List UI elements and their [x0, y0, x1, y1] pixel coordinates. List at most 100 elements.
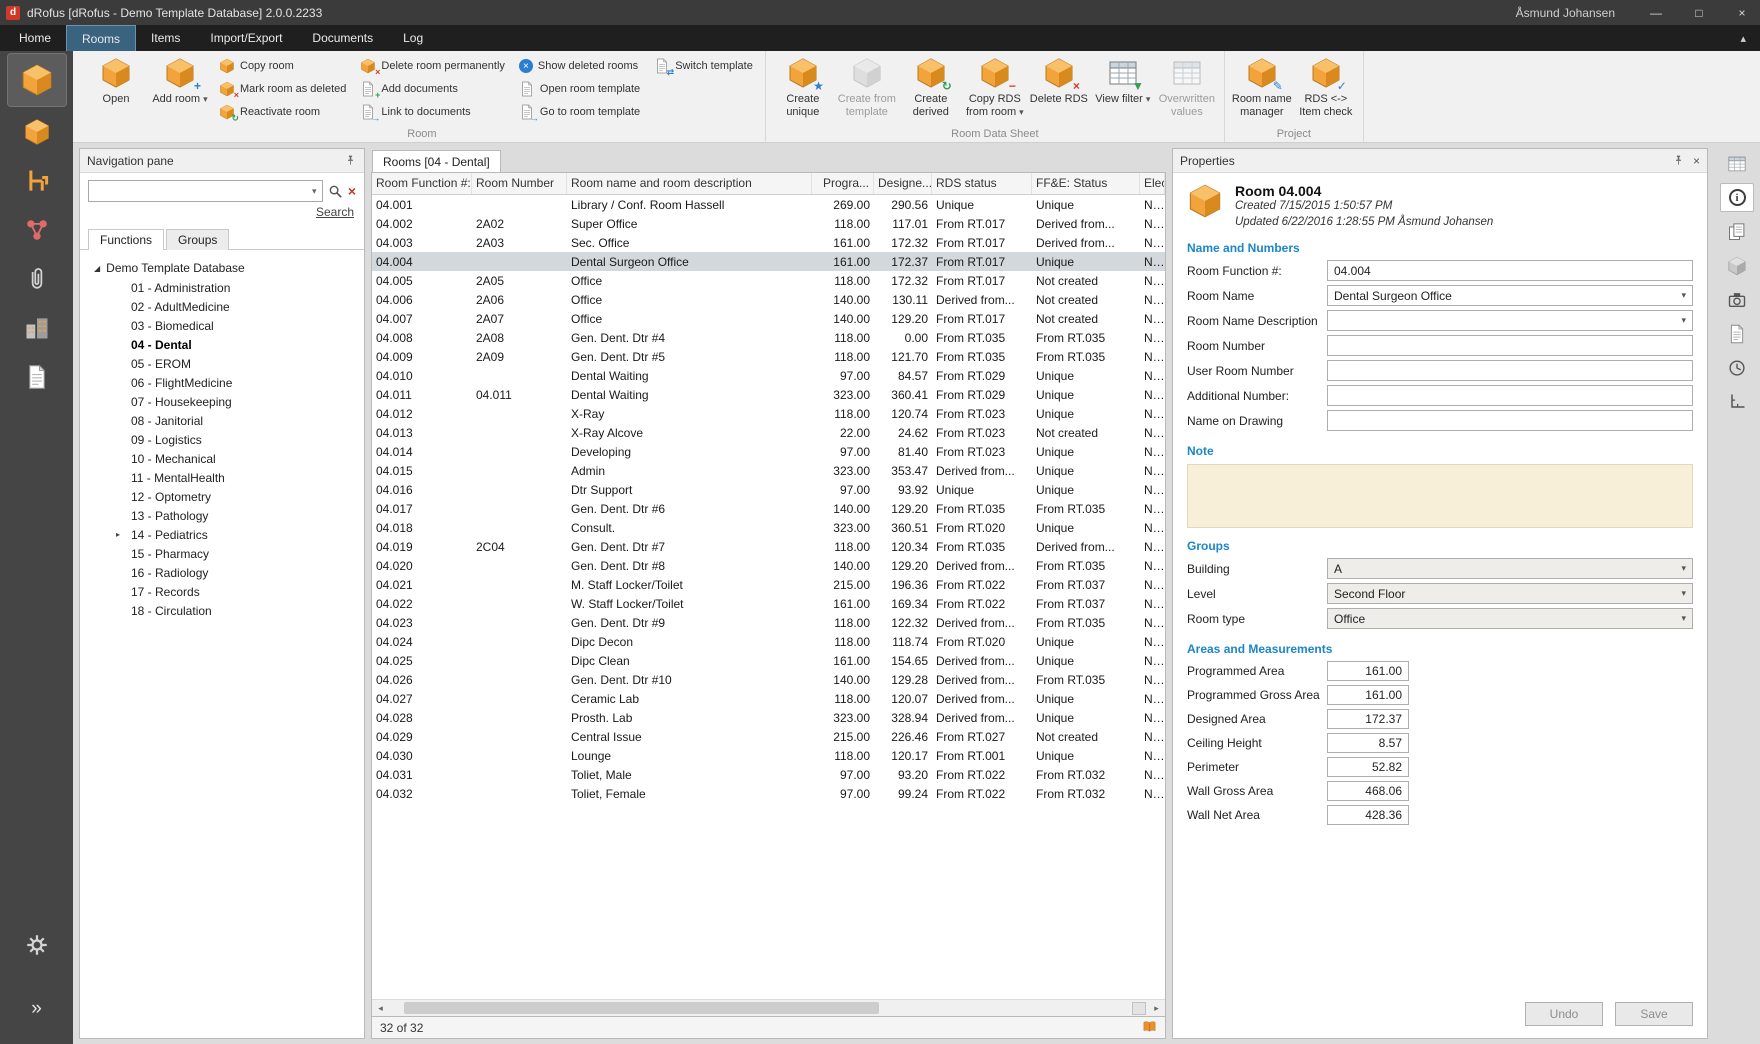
close-panel-icon[interactable]: × — [1693, 154, 1700, 168]
mark-room-deleted-button[interactable]: × Mark room as deleted — [214, 79, 351, 99]
reactivate-room-button[interactable]: ↻ Reactivate room — [214, 102, 351, 122]
files-panel-button[interactable] — [1720, 319, 1754, 348]
sidebar-settings-button[interactable] — [8, 922, 66, 968]
column-header-room-function[interactable]: Room Function #: — [372, 173, 472, 194]
table-row[interactable]: 04.004Dental Surgeon Office161.00172.37F… — [372, 252, 1165, 271]
table-row[interactable]: 04.023Gen. Dent. Dtr #9118.00122.32Deriv… — [372, 613, 1165, 632]
table-row[interactable]: 04.010Dental Waiting97.0084.57From RT.02… — [372, 366, 1165, 385]
table-row[interactable]: 04.001Library / Conf. Room Hassell269.00… — [372, 195, 1165, 214]
undo-button[interactable]: Undo — [1525, 1002, 1603, 1026]
view-filter-button[interactable]: ▼ View filter ▾ — [1091, 53, 1155, 123]
menu-tab-home[interactable]: Home — [4, 25, 66, 51]
minimize-button[interactable]: — — [1638, 0, 1674, 25]
search-icon[interactable] — [328, 184, 343, 199]
copy-room-button[interactable]: Copy room — [214, 56, 351, 76]
tree-item-03-biomedical[interactable]: 03 - Biomedical — [84, 316, 360, 335]
table-row[interactable]: 04.028Prosth. Lab323.00328.94Derived fro… — [372, 708, 1165, 727]
add-room-button[interactable]: + Add room ▾ — [148, 53, 212, 123]
scrollbar-thumb[interactable] — [404, 1002, 880, 1014]
column-header-room-name-and-room-description[interactable]: Room name and room description — [567, 173, 812, 194]
documents-panel-button[interactable] — [1720, 217, 1754, 246]
table-row[interactable]: 04.022W. Staff Locker/Toilet161.00169.34… — [372, 594, 1165, 613]
rds-item-check-button[interactable]: ✓ RDS <-> Item check — [1294, 53, 1358, 123]
link-documents-button[interactable]: → Link to documents — [355, 102, 510, 122]
sidebar-systems-button[interactable] — [8, 207, 66, 253]
menu-tab-rooms[interactable]: Rooms — [66, 25, 136, 51]
horizontal-scrollbar[interactable]: ◂ ▸ — [372, 999, 1165, 1016]
table-row[interactable]: 04.027Ceramic Lab118.00120.07Derived fro… — [372, 689, 1165, 708]
room-function-input[interactable]: 04.004 — [1327, 260, 1693, 281]
column-header-rds-status[interactable]: RDS status — [932, 173, 1032, 194]
search-history-dropdown-icon[interactable]: ▾ — [307, 186, 322, 197]
menu-tab-log[interactable]: Log — [388, 25, 438, 51]
tree-item-15-pharmacy[interactable]: 15 - Pharmacy — [84, 544, 360, 563]
building-select[interactable]: A▾ — [1327, 558, 1693, 579]
tree-item-06-flightmedicine[interactable]: 06 - FlightMedicine — [84, 373, 360, 392]
room-type-select[interactable]: Office▾ — [1327, 608, 1693, 629]
room-name-manager-button[interactable]: ✎ Room name manager — [1230, 53, 1294, 123]
scroll-right-icon[interactable]: ▸ — [1148, 1003, 1165, 1014]
column-header-designe[interactable]: Designe... — [874, 173, 932, 194]
search-box[interactable]: ▾ — [88, 180, 323, 202]
images-panel-button[interactable] — [1720, 285, 1754, 314]
table-row[interactable]: 04.030Lounge118.00120.17From RT.001Uniqu… — [372, 746, 1165, 765]
perimeter-value[interactable]: 52.82 — [1327, 757, 1409, 777]
expander-icon[interactable]: ◢ — [94, 264, 100, 273]
programmed-area-value[interactable]: 161.00 — [1327, 661, 1409, 681]
table-row[interactable]: 04.015Admin323.00353.47Derived from...Un… — [372, 461, 1165, 480]
create-unique-button[interactable]: ★ Create unique — [771, 53, 835, 123]
column-header-progra[interactable]: Progra... — [812, 173, 874, 194]
show-deleted-rooms-button[interactable]: × Show deleted rooms — [514, 56, 645, 76]
table-row[interactable]: 04.014Developing97.0081.40From RT.023Uni… — [372, 442, 1165, 461]
measurements-panel-button[interactable] — [1720, 387, 1754, 416]
tree-item-09-logistics[interactable]: 09 - Logistics — [84, 430, 360, 449]
table-row[interactable]: 04.0052A05Office118.00172.32From RT.017N… — [372, 271, 1165, 290]
tree-item-08-janitorial[interactable]: 08 - Janitorial — [84, 411, 360, 430]
rooms-document-tab[interactable]: Rooms [04 - Dental] — [372, 150, 501, 172]
user-room-number-input[interactable] — [1327, 360, 1693, 381]
room-data-sheet-panel-button[interactable] — [1720, 149, 1754, 178]
sidebar-rooms-button[interactable] — [8, 54, 66, 106]
scrollbar-splitter[interactable] — [1132, 1002, 1146, 1015]
sidebar-buildings-button[interactable] — [8, 305, 66, 351]
open-room-button[interactable]: Open — [84, 53, 148, 123]
create-from-template-button[interactable]: Create from template — [835, 53, 899, 123]
table-row[interactable]: 04.026Gen. Dent. Dtr #10140.00129.28Deri… — [372, 670, 1165, 689]
tree-item-11-mentalhealth[interactable]: 11 - MentalHealth — [84, 468, 360, 487]
table-row[interactable]: 04.01104.011Dental Waiting323.00360.41Fr… — [372, 385, 1165, 404]
table-row[interactable]: 04.018Consult.323.00360.51From RT.020Uni… — [372, 518, 1165, 537]
save-button[interactable]: Save — [1615, 1002, 1693, 1026]
table-row[interactable]: 04.013X-Ray Alcove22.0024.62From RT.023N… — [372, 423, 1165, 442]
table-row[interactable]: 04.0092A09Gen. Dent. Dtr #5118.00121.70F… — [372, 347, 1165, 366]
table-row[interactable]: 04.024Dipc Decon118.00118.74From RT.020U… — [372, 632, 1165, 651]
tree-item-16-radiology[interactable]: 16 - Radiology — [84, 563, 360, 582]
table-row[interactable]: 04.031Toliet, Male97.0093.20From RT.022F… — [372, 765, 1165, 784]
delete-rds-button[interactable]: × Delete RDS — [1027, 53, 1091, 123]
column-header-room-number[interactable]: Room Number — [472, 173, 567, 194]
tree-item-10-mechanical[interactable]: 10 - Mechanical — [84, 449, 360, 468]
search-link[interactable]: Search — [80, 202, 364, 224]
tree-root[interactable]: ◢ Demo Template Database — [84, 258, 360, 278]
table-row[interactable]: 04.0082A08Gen. Dent. Dtr #4118.000.00Fro… — [372, 328, 1165, 347]
sidebar-room-data-button[interactable] — [8, 109, 66, 155]
table-row[interactable]: 04.0022A02Super Office118.00117.01From R… — [372, 214, 1165, 233]
expander-icon[interactable]: ▸ — [116, 530, 131, 539]
table-row[interactable]: 04.017Gen. Dent. Dtr #6140.00129.20From … — [372, 499, 1165, 518]
clear-search-icon[interactable]: × — [348, 184, 356, 198]
wall-net-area-value[interactable]: 428.36 — [1327, 805, 1409, 825]
table-row[interactable]: 04.032Toliet, Female97.0099.24From RT.02… — [372, 784, 1165, 803]
menu-tab-import-export[interactable]: Import/Export — [195, 25, 297, 51]
ceiling-height-value[interactable]: 8.57 — [1327, 733, 1409, 753]
name-on-drawing-input[interactable] — [1327, 410, 1693, 431]
tree-item-12-optometry[interactable]: 12 - Optometry — [84, 487, 360, 506]
tree-item-04-dental[interactable]: 04 - Dental — [84, 335, 360, 354]
table-row[interactable]: 04.0032A03Sec. Office161.00172.32From RT… — [372, 233, 1165, 252]
pin-icon[interactable] — [1672, 154, 1685, 167]
table-row[interactable]: 04.025Dipc Clean161.00154.65Derived from… — [372, 651, 1165, 670]
column-header-electri[interactable]: Electri... — [1140, 173, 1165, 194]
tree-item-18-circulation[interactable]: 18 - Circulation — [84, 601, 360, 620]
info-panel-button[interactable]: i — [1720, 183, 1754, 212]
sidebar-reports-button[interactable] — [8, 354, 66, 400]
tab-groups[interactable]: Groups — [166, 229, 229, 250]
programmed-gross-area-value[interactable]: 161.00 — [1327, 685, 1409, 705]
